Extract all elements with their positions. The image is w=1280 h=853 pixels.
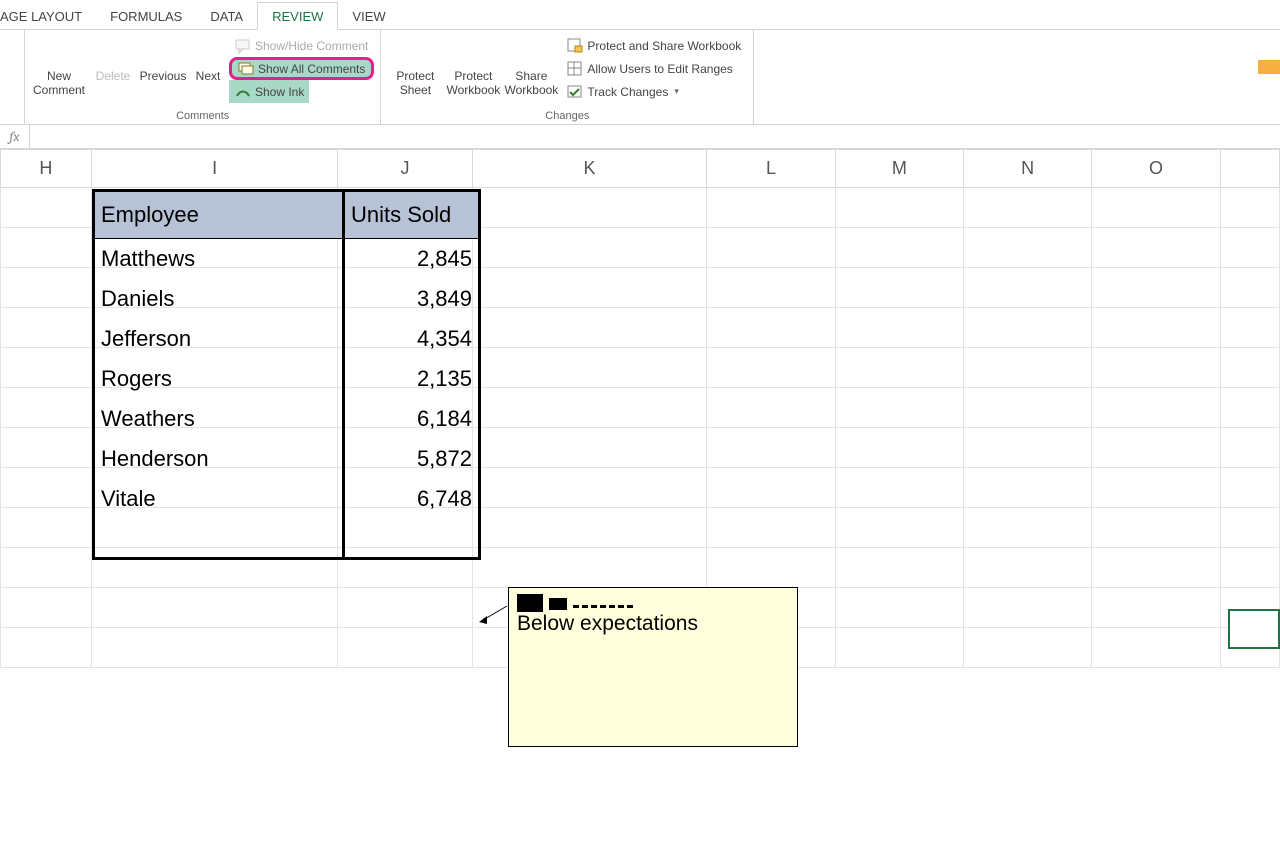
cell-name[interactable]: Matthews: [94, 239, 344, 279]
delete-label: Delete: [96, 70, 131, 84]
cell-units[interactable]: 6,184: [344, 399, 480, 439]
tab-review[interactable]: REVIEW: [257, 2, 338, 30]
group-comments: New Comment Delete Previous Next: [25, 30, 381, 124]
col-header[interactable]: M: [835, 150, 963, 188]
show-all-comments-button[interactable]: Show All Comments: [229, 57, 374, 80]
ribbon: x New Comment Delete: [0, 30, 1280, 125]
cell-name[interactable]: Daniels: [94, 279, 344, 319]
show-hide-label: Show/Hide Comment: [255, 39, 368, 53]
tab-data[interactable]: DATA: [196, 3, 257, 29]
cell-empty[interactable]: [344, 519, 480, 559]
allow-users-icon: [567, 61, 583, 77]
cell-empty[interactable]: [94, 519, 344, 559]
cell-units[interactable]: 2,845: [344, 239, 480, 279]
comment-text: Below expectations: [517, 612, 789, 636]
allow-users-edit-button[interactable]: Allow Users to Edit Ranges: [561, 57, 747, 80]
cell-units[interactable]: 4,354: [344, 319, 480, 359]
col-header[interactable]: J: [338, 150, 472, 188]
fx-icon[interactable]: fx: [0, 125, 30, 148]
protect-sheet-button[interactable]: Protect Sheet: [387, 32, 443, 98]
show-hide-comment-button[interactable]: Show/Hide Comment: [229, 34, 374, 57]
cell-name[interactable]: Vitale: [94, 479, 344, 519]
protect-workbook-label: Protect Workbook: [445, 70, 501, 98]
protect-share-icon: [567, 38, 583, 54]
group-label-changes: Changes: [387, 110, 747, 124]
allow-users-label: Allow Users to Edit Ranges: [587, 62, 732, 76]
show-all-label: Show All Comments: [258, 62, 365, 76]
header-units[interactable]: Units Sold: [344, 191, 480, 239]
group-changes: Protect Sheet Protect Workbook Share Wor…: [381, 30, 754, 124]
formula-input[interactable]: [30, 125, 1280, 148]
protect-share-label: Protect and Share Workbook: [587, 39, 741, 53]
comment-icon: [235, 38, 251, 54]
comments-icon: [238, 61, 254, 77]
show-ink-button[interactable]: Show Ink: [229, 80, 309, 103]
employee-table: Employee Units Sold Matthews2,845 Daniel…: [92, 189, 481, 560]
next-label: Next: [196, 70, 221, 84]
partial-button[interactable]: x: [0, 32, 18, 84]
share-workbook-button[interactable]: Share Workbook: [503, 32, 559, 98]
protect-workbook-button[interactable]: Protect Workbook: [445, 32, 501, 98]
tab-formulas[interactable]: FORMULAS: [96, 3, 196, 29]
cell-name[interactable]: Jefferson: [94, 319, 344, 359]
protect-share-workbook-button[interactable]: Protect and Share Workbook: [561, 34, 747, 57]
ribbon-collapse-handle[interactable]: [1258, 60, 1280, 74]
cell-name[interactable]: Rogers: [94, 359, 344, 399]
header-employee[interactable]: Employee: [94, 191, 344, 239]
cell-units[interactable]: 3,849: [344, 279, 480, 319]
previous-label: Previous: [140, 70, 187, 84]
col-header[interactable]: [1220, 150, 1279, 188]
cell-units[interactable]: 6,748: [344, 479, 480, 519]
cell-name[interactable]: Henderson: [94, 439, 344, 479]
active-cell[interactable]: [1228, 609, 1280, 649]
next-comment-button[interactable]: Next: [189, 32, 227, 84]
track-changes-icon: [567, 84, 583, 100]
ribbon-tabs: AGE LAYOUT FORMULAS DATA REVIEW VIEW: [0, 0, 1280, 30]
show-ink-label: Show Ink: [255, 85, 304, 99]
comment-author: [517, 594, 789, 612]
group-label-comments: Comments: [31, 110, 374, 124]
cell-name[interactable]: Weathers: [94, 399, 344, 439]
ink-icon: [235, 84, 251, 100]
tab-view[interactable]: VIEW: [338, 3, 399, 29]
col-header[interactable]: O: [1092, 150, 1220, 188]
col-header[interactable]: K: [472, 150, 707, 188]
new-comment-button[interactable]: New Comment: [31, 32, 87, 98]
cell-units[interactable]: 2,135: [344, 359, 480, 399]
share-workbook-label: Share Workbook: [503, 70, 559, 98]
col-header[interactable]: N: [963, 150, 1091, 188]
col-header[interactable]: L: [707, 150, 835, 188]
cell-comment[interactable]: Below expectations: [508, 587, 798, 747]
delete-comment-button[interactable]: Delete: [89, 32, 137, 84]
spreadsheet-grid[interactable]: H I J K L M N O Employee Units Sold: [0, 149, 1280, 668]
tab-page-layout[interactable]: AGE LAYOUT: [0, 3, 96, 29]
track-changes-button[interactable]: Track Changes: [561, 80, 747, 103]
protect-sheet-label: Protect Sheet: [387, 70, 443, 98]
track-changes-label: Track Changes: [587, 85, 668, 99]
previous-comment-button[interactable]: Previous: [139, 32, 187, 84]
cell-units[interactable]: 5,872: [344, 439, 480, 479]
col-header[interactable]: I: [91, 150, 338, 188]
new-comment-label: New Comment: [31, 70, 87, 98]
comment-pointer-icon: [479, 604, 509, 624]
col-header[interactable]: H: [1, 150, 92, 188]
formula-bar: fx: [0, 125, 1280, 149]
